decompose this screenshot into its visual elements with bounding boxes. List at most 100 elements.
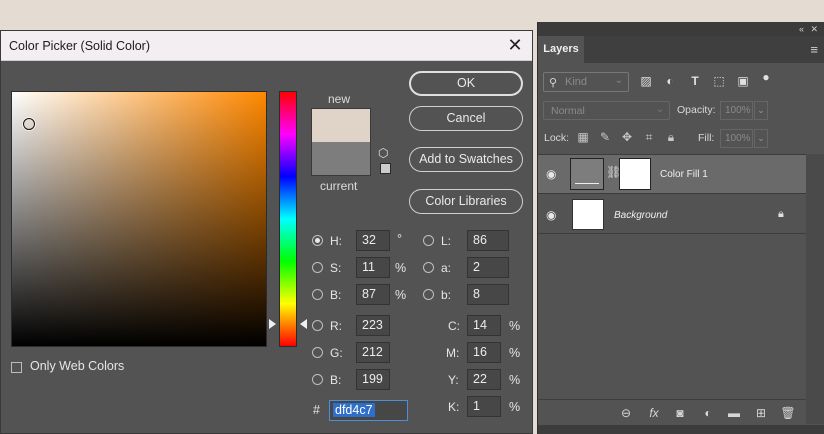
chevron-down-icon: ⌄ (614, 75, 623, 86)
lock-position-icon[interactable]: ✥ (620, 130, 634, 144)
fill-layer-thumbnail[interactable] (570, 158, 604, 190)
lightness-radio[interactable] (423, 235, 434, 246)
lab-b-input[interactable]: 8 (467, 284, 509, 305)
panel-menu-icon[interactable]: ≡ (810, 42, 818, 57)
current-color-label: current (320, 179, 358, 193)
web-safe-cube-icon[interactable]: ⬡ (378, 146, 388, 160)
green-radio[interactable] (312, 347, 323, 358)
color-libraries-button[interactable]: Color Libraries (409, 189, 523, 214)
yellow-label: Y: (448, 373, 459, 387)
web-safe-color-swatch[interactable] (380, 163, 391, 174)
red-input[interactable]: 223 (356, 315, 390, 336)
dialog-title-bar[interactable]: Color Picker (Solid Color) (1, 31, 532, 61)
opacity-dropdown-chevron-icon[interactable]: ⌄ (754, 101, 768, 120)
lab-a-radio[interactable] (423, 262, 434, 273)
black-unit: % (509, 400, 521, 414)
fx-icon[interactable]: fx (645, 406, 663, 420)
type-layer-filter-icon[interactable]: T (687, 74, 703, 88)
green-label: G: (330, 346, 343, 360)
lock-label: Lock: (544, 132, 570, 144)
filter-toggle-icon[interactable]: ● (758, 70, 774, 84)
hue-slider-right-arrow-icon[interactable] (300, 319, 307, 329)
hex-input[interactable]: dfd4c7 (329, 400, 408, 421)
collapse-panel-icon[interactable]: « (799, 22, 804, 36)
green-input[interactable]: 212 (356, 342, 390, 363)
red-radio[interactable] (312, 320, 323, 331)
blue-input[interactable]: 199 (356, 369, 390, 390)
cancel-button[interactable]: Cancel (409, 106, 523, 131)
layer-row-color-fill-1[interactable]: ◉ ⛓︎ Color Fill 1 (538, 154, 806, 194)
yellow-input[interactable]: 22 (467, 369, 501, 390)
delete-layer-trash-icon[interactable]: 🗑︎ (779, 406, 797, 420)
vertical-scrollbar[interactable] (806, 154, 824, 424)
hue-radio[interactable] (312, 235, 323, 246)
magenta-input[interactable]: 16 (467, 342, 501, 363)
blue-radio[interactable] (312, 374, 323, 385)
hue-unit: ° (397, 232, 402, 246)
adjustment-layer-filter-icon[interactable]: ◐ (662, 74, 678, 88)
lab-a-input[interactable]: 2 (467, 257, 509, 278)
lock-artboard-icon[interactable]: ⌗ (642, 130, 656, 145)
add-to-swatches-button[interactable]: Add to Swatches (409, 147, 523, 172)
saturation-radio[interactable] (312, 262, 323, 273)
fill-input[interactable]: 100% (720, 129, 753, 148)
link-layers-icon[interactable]: ⊖ (617, 406, 635, 420)
new-adjustment-layer-icon[interactable]: ◐ (699, 406, 717, 420)
new-color-label: new (328, 92, 351, 106)
black-input[interactable]: 1 (467, 396, 501, 417)
blend-mode-dropdown[interactable]: Normal ⌄ (543, 101, 670, 120)
color-field[interactable] (11, 91, 267, 347)
chevron-down-icon: ⌄ (655, 104, 664, 115)
add-mask-icon[interactable]: ◙ (671, 406, 689, 420)
brightness-input[interactable]: 87 (356, 284, 390, 305)
only-web-colors-checkbox[interactable] (11, 362, 22, 373)
layers-panel: « ✕ Layers ≡ ⚲ Kind ⌄ ▨ ◐ T ⬚ ▣ ● Normal… (537, 22, 824, 434)
hue-slider-left-arrow-icon[interactable] (269, 319, 276, 329)
smart-object-filter-icon[interactable]: ▣ (735, 74, 751, 88)
close-panel-icon[interactable]: ✕ (810, 22, 818, 36)
layer-name[interactable]: Color Fill 1 (660, 169, 708, 180)
eye-icon[interactable]: ◉ (546, 167, 556, 181)
horizontal-scrollbar[interactable] (538, 425, 824, 434)
blue-label: B: (330, 373, 342, 387)
current-color-swatch[interactable] (311, 142, 371, 176)
ok-button[interactable]: OK (409, 71, 523, 96)
color-field-marker[interactable] (23, 118, 35, 130)
brightness-unit: % (395, 288, 407, 302)
lock-image-pixels-icon[interactable]: ✎ (598, 130, 612, 144)
layer-name[interactable]: Background (614, 210, 667, 221)
cyan-input[interactable]: 14 (467, 315, 501, 336)
hue-slider[interactable] (279, 91, 297, 347)
lock-transparent-pixels-icon[interactable]: ▦ (576, 130, 590, 144)
fill-label: Fill: (698, 132, 715, 144)
lightness-label: L: (441, 234, 452, 248)
hex-label: # (313, 403, 320, 417)
new-layer-icon[interactable]: ⊞ (752, 406, 770, 420)
close-icon[interactable]: ✕ (504, 35, 526, 57)
tab-layers[interactable]: Layers (538, 36, 584, 63)
hue-input[interactable]: 32 (356, 230, 390, 251)
hue-label: H: (330, 234, 342, 248)
filter-kind-label: Kind (565, 76, 588, 88)
fill-dropdown-chevron-icon[interactable]: ⌄ (754, 129, 768, 148)
filter-kind-dropdown[interactable]: ⚲ Kind ⌄ (543, 72, 629, 92)
color-picker-dialog: Color Picker (Solid Color) ✕ Only Web Co… (0, 30, 533, 434)
layer-mask-thumbnail[interactable] (619, 158, 651, 190)
magenta-label: M: (446, 346, 460, 360)
lock-all-icon[interactable]: 🔒︎ (664, 130, 678, 145)
lock-icon[interactable]: 🔒︎ (778, 208, 784, 221)
cyan-unit: % (509, 319, 521, 333)
new-group-folder-icon[interactable]: ▬ (725, 406, 743, 420)
lab-b-radio[interactable] (423, 289, 434, 300)
brightness-radio[interactable] (312, 289, 323, 300)
saturation-input[interactable]: 11 (356, 257, 390, 278)
shape-layer-filter-icon[interactable]: ⬚ (711, 74, 727, 88)
panel-tab-bar: Layers ≡ (538, 36, 824, 63)
layer-row-background[interactable]: ◉ Background 🔒︎ (538, 195, 806, 234)
background-layer-thumbnail[interactable] (572, 199, 604, 230)
pixel-layer-filter-icon[interactable]: ▨ (638, 74, 654, 88)
opacity-input[interactable]: 100% (720, 101, 753, 120)
panel-header-strip: « ✕ (538, 22, 824, 36)
eye-icon[interactable]: ◉ (546, 208, 556, 222)
lightness-input[interactable]: 86 (467, 230, 509, 251)
